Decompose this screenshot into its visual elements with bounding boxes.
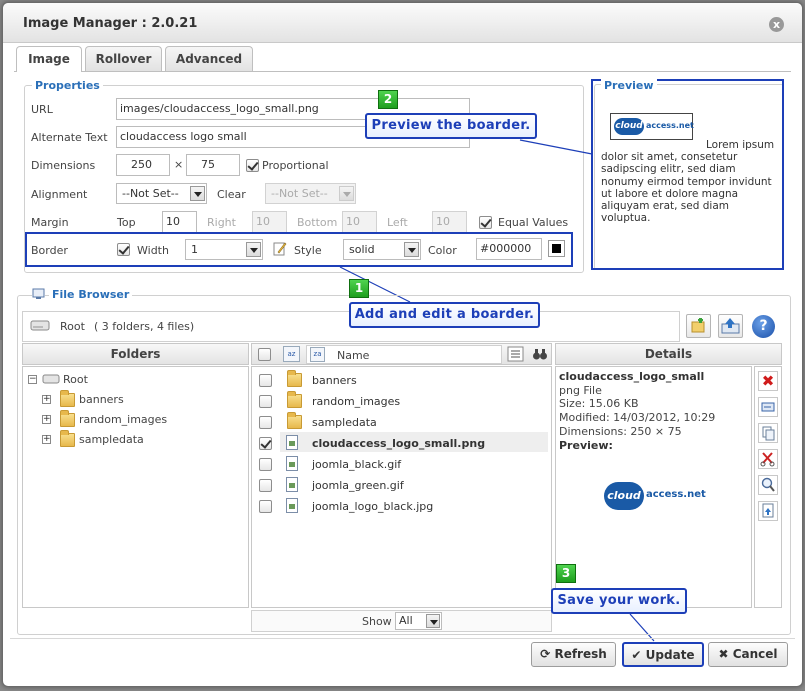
delete-icon[interactable]: ✖ (758, 371, 778, 391)
folder-icon (60, 430, 75, 447)
insert-icon[interactable] (758, 501, 778, 521)
file-name-random-images[interactable]: random_images (312, 395, 400, 408)
copy-icon[interactable] (758, 423, 778, 443)
tree-folder-sampledata[interactable]: sampledata (79, 433, 144, 446)
root-info-count: ( 3 folders, 4 files) (94, 320, 195, 333)
details-filename: cloudaccess_logo_small (559, 370, 705, 383)
update-button[interactable]: ✔ Update (622, 642, 704, 667)
refresh-icon: ⟳ (540, 647, 551, 661)
select-all-checkbox[interactable] (258, 348, 271, 361)
tree-root-drive-icon (42, 373, 60, 385)
screen: Image Manager : 2.0.21 x Image Rollover … (0, 0, 805, 691)
tree-folder-banners[interactable]: banners (79, 393, 124, 406)
tree-folder-random-images[interactable]: random_images (79, 413, 167, 426)
details-size: Size: 15.06 KB (559, 397, 639, 410)
folders-panel (22, 366, 249, 608)
drive-icon (30, 318, 50, 332)
file-checkbox[interactable] (259, 374, 272, 387)
file-checkbox[interactable] (259, 416, 272, 429)
callout-3-badge: 3 (556, 564, 576, 583)
image-file-icon (286, 498, 298, 513)
new-folder-button[interactable] (686, 314, 711, 338)
footer-divider (10, 638, 795, 639)
file-browser-legend: File Browser (49, 288, 133, 301)
details-preview-label: Preview: (559, 439, 613, 452)
refresh-label: Refresh (554, 647, 607, 661)
file-checkbox[interactable] (259, 458, 272, 471)
image-file-icon (286, 435, 298, 450)
folder-icon (287, 412, 302, 429)
tree-expand-icon[interactable]: + (42, 435, 51, 444)
file-name-joomla-black[interactable]: joomla_black.gif (312, 458, 401, 471)
file-browser-icon (32, 288, 45, 300)
file-checkbox-selected[interactable] (259, 437, 272, 450)
sort-az-icon[interactable]: az (283, 346, 300, 362)
zoom-icon[interactable] (758, 475, 778, 495)
tree-root-label[interactable]: Root (63, 373, 88, 386)
details-modified: Modified: 14/03/2012, 10:29 (559, 411, 716, 424)
file-name-cloudaccess-logo[interactable]: cloudaccess_logo_small.png (312, 437, 485, 450)
file-name-banners[interactable]: banners (312, 374, 357, 387)
folder-icon (60, 410, 75, 427)
logo-cloud-text: cloud (604, 482, 644, 510)
root-info-name: Root (60, 320, 85, 333)
details-dimensions: Dimensions: 250 × 75 (559, 425, 682, 438)
update-label: Update (645, 648, 695, 662)
details-header: Details (555, 343, 782, 365)
callout-1-badge: 1 (349, 279, 369, 298)
file-checkbox[interactable] (259, 395, 272, 408)
new-folder-icon (691, 318, 705, 333)
details-type: png File (559, 384, 602, 397)
name-column-header[interactable]: za Name (306, 345, 502, 364)
cancel-icon: ✖ (718, 647, 729, 661)
folder-icon (287, 370, 302, 387)
details-preview-logo: cloud access.net (604, 480, 706, 512)
show-value: All (399, 614, 413, 627)
folder-icon (60, 390, 75, 407)
file-name-joomla-logo-black[interactable]: joomla_logo_black.jpg (312, 500, 433, 513)
upload-icon (721, 318, 740, 334)
folder-icon (287, 391, 302, 408)
cut-icon[interactable] (758, 449, 778, 469)
file-name-joomla-green[interactable]: joomla_green.gif (312, 479, 404, 492)
image-file-icon (286, 477, 298, 492)
binoculars-icon[interactable] (532, 346, 548, 362)
sort-za-icon: za (310, 347, 325, 362)
check-icon: ✔ (631, 648, 642, 662)
rename-icon[interactable] (758, 397, 778, 417)
cancel-label: Cancel (732, 647, 778, 661)
file-name-sampledata[interactable]: sampledata (312, 416, 377, 429)
help-icon[interactable]: ? (752, 315, 775, 338)
folders-header: Folders (22, 343, 249, 365)
callout-1: Add and edit a boarder. (349, 302, 540, 328)
refresh-button[interactable]: ⟳ Refresh (531, 642, 616, 667)
image-file-icon (286, 456, 298, 471)
tree-expand-icon[interactable]: + (42, 395, 51, 404)
show-label: Show (362, 615, 392, 628)
tree-expand-icon[interactable]: + (42, 415, 51, 424)
callout-3: Save your work. (551, 588, 687, 614)
chevron-down-icon (426, 614, 440, 628)
file-checkbox[interactable] (259, 500, 272, 513)
upload-button[interactable] (718, 314, 743, 338)
cancel-button[interactable]: ✖ Cancel (708, 642, 788, 667)
logo-rest-text: access.net (646, 489, 706, 500)
show-select[interactable]: All (395, 612, 442, 630)
tab-image[interactable]: Image (16, 46, 82, 72)
list-view-icon[interactable] (507, 346, 524, 362)
name-header-label: Name (337, 349, 370, 362)
tree-root-collapse-icon[interactable]: − (28, 375, 37, 384)
file-checkbox[interactable] (259, 479, 272, 492)
